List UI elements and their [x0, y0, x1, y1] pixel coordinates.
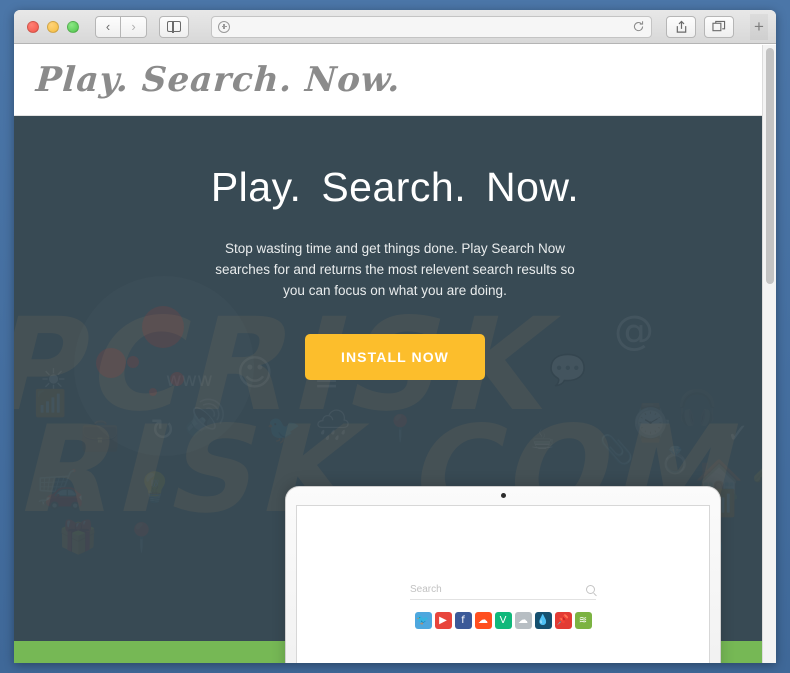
- navigation-buttons: ‹ ›: [95, 15, 147, 38]
- search-placeholder: Search: [410, 584, 442, 595]
- sidebar-icon: [167, 20, 181, 33]
- site-logo[interactable]: Play. Search. Now.: [35, 60, 403, 100]
- forward-button[interactable]: ›: [121, 15, 147, 38]
- scrollbar-thumb[interactable]: [766, 48, 774, 284]
- vine-icon[interactable]: V: [494, 612, 512, 629]
- search-icon[interactable]: [586, 585, 595, 594]
- zoom-window-button[interactable]: [67, 20, 79, 33]
- back-button[interactable]: ‹: [95, 15, 121, 38]
- pin-icon[interactable]: 📌: [554, 612, 572, 629]
- cloud-icon[interactable]: ☁: [514, 612, 532, 629]
- hero-section: 🛒💡☀www☺≡✦@💬🎧⌚✓📎💍🏠🔑📶🔊🐦🌧📍💼↻🚗🎁📍🌐📶🍎☕ PCRISK …: [14, 116, 776, 663]
- close-window-button[interactable]: [27, 20, 39, 33]
- laptop-lid: Search 🐦 ▶ f ☁ V ☁ 💧 📌 ≋: [285, 486, 721, 663]
- address-bar[interactable]: [211, 15, 652, 38]
- share-button[interactable]: [666, 15, 696, 38]
- sidebar-toggle-button[interactable]: [159, 15, 189, 38]
- youtube-icon[interactable]: ▶: [434, 612, 452, 629]
- plus-circle-icon: [218, 20, 230, 33]
- install-now-button[interactable]: INSTALL NOW: [304, 333, 485, 380]
- vertical-scrollbar[interactable]: [762, 45, 776, 663]
- new-tab-button[interactable]: +: [750, 13, 768, 40]
- spotify-icon[interactable]: ≋: [574, 612, 592, 629]
- show-tabs-button[interactable]: [704, 15, 734, 38]
- social-icon-row: 🐦 ▶ f ☁ V ☁ 💧 📌 ≋: [297, 612, 709, 629]
- toolbar-right-buttons: +: [666, 13, 768, 40]
- tabs-icon: [712, 20, 726, 32]
- hero-paragraph: Stop wasting time and get things done. P…: [215, 241, 575, 298]
- twitter-icon[interactable]: 🐦: [414, 612, 432, 629]
- window-controls: [27, 20, 79, 33]
- webcam-icon: [500, 493, 506, 498]
- site-header: Play. Search. Now.: [14, 44, 776, 116]
- hero-content: Play. Search. Now. Stop wasting time and…: [14, 116, 776, 380]
- reload-icon[interactable]: [632, 20, 645, 33]
- hero-title: Play. Search. Now.: [210, 164, 580, 210]
- laptop-screen: Search 🐦 ▶ f ☁ V ☁ 💧 📌 ≋: [296, 505, 710, 663]
- share-icon: [676, 20, 686, 33]
- browser-window: ‹ › + Play. Search. Now. 🛒 💡 ☀ www ☺ ≡ @…: [14, 10, 776, 663]
- laptop-mockup: Search 🐦 ▶ f ☁ V ☁ 💧 📌 ≋: [285, 486, 721, 663]
- soundcloud-icon[interactable]: ☁: [474, 612, 492, 629]
- facebook-icon[interactable]: f: [454, 612, 472, 629]
- mockup-search-field[interactable]: Search: [410, 584, 596, 600]
- page-content: Play. Search. Now. 🛒💡☀www☺≡✦@💬🎧⌚✓📎💍🏠🔑📶🔊🐦…: [14, 44, 776, 663]
- browser-toolbar: ‹ › +: [14, 10, 776, 44]
- minimize-window-button[interactable]: [47, 20, 59, 33]
- drop-icon[interactable]: 💧: [534, 612, 552, 629]
